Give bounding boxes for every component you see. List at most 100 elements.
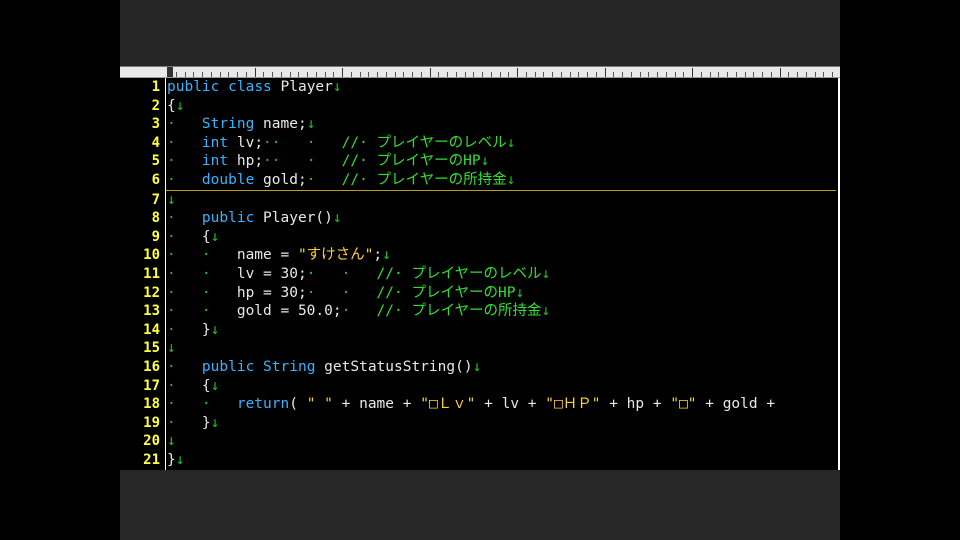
right-letterbox [840, 0, 960, 540]
code-token: ↓ [167, 433, 176, 450]
code-token: return [236, 396, 290, 413]
ruler-tick [823, 72, 825, 77]
code-token: "□" [670, 396, 697, 413]
code-token: name = [236, 247, 298, 264]
code-line[interactable]: 5 · int hp;·· · //· プレイヤーのHP↓ [120, 152, 838, 171]
code-token: lv; [228, 134, 264, 151]
ruler-tick [473, 72, 475, 77]
ruler-tick [237, 72, 238, 77]
code-token: ; [373, 247, 383, 264]
code-token: ↓ [167, 191, 176, 208]
line-text: · · gold = 50.0;· //· プレイヤーの所持金↓ [167, 302, 550, 321]
line-number: 15 [143, 340, 160, 357]
code-token: ↓ [332, 79, 342, 95]
ruler-tick [543, 72, 545, 77]
ruler-tick [210, 72, 212, 77]
code-token: · [167, 153, 202, 170]
code-token: · · [167, 284, 237, 301]
ruler-tick [193, 72, 195, 77]
ruler-tick [447, 72, 448, 77]
line-text: public class Player↓ [167, 78, 342, 97]
code-line[interactable]: 15 ↓ [120, 339, 838, 358]
code-line[interactable]: 9 · {↓ [120, 228, 838, 247]
ruler-tick [508, 72, 510, 77]
code-token: Player [271, 79, 333, 95]
code-token: String [201, 116, 255, 133]
code-line[interactable]: 21}↓ [120, 451, 838, 470]
ruler-tick [648, 72, 650, 77]
code-token: ( [289, 396, 307, 413]
code-token: ·· · [263, 153, 342, 170]
code-token: · · [306, 284, 377, 301]
line-number: 12 [143, 284, 160, 301]
line-number: 14 [143, 321, 160, 338]
line-number: 3 [151, 116, 160, 133]
code-token: · [306, 171, 342, 188]
ruler-tick [499, 72, 501, 77]
line-text: · String name;↓ [167, 115, 315, 134]
code-token: class [228, 79, 272, 95]
code-token: } [167, 451, 176, 468]
line-text: · public Player()↓ [167, 209, 342, 228]
ruler-tick [394, 72, 396, 77]
code-line[interactable]: 3 · String name;↓ [120, 115, 838, 134]
line-number: 7 [151, 191, 160, 208]
ruler-tick [280, 72, 282, 77]
ruler-tick [762, 72, 763, 77]
code-line[interactable]: 12 · · hp = 30;· · //· プレイヤーのHP↓ [120, 284, 838, 303]
ruler-tick [333, 72, 335, 77]
left-letterbox [0, 0, 120, 540]
code-line[interactable]: 17 · {↓ [120, 377, 838, 396]
code-token: //· プレイヤーのレベル [341, 134, 507, 151]
editor-right-edge [838, 78, 840, 471]
ruler-tick [709, 72, 711, 77]
code-line[interactable]: 20 ↓ [120, 432, 838, 451]
ruler-tick [167, 68, 168, 77]
ruler-tick [578, 72, 580, 77]
code-line[interactable]: 7 ↓ [120, 191, 838, 210]
line-text: · · lv = 30;· · //· プレイヤーのレベル↓ [167, 265, 550, 284]
ruler-tick [517, 68, 518, 77]
ruler-tick [797, 72, 798, 77]
line-text: · int lv;·· · //· プレイヤーのレベル↓ [167, 134, 515, 153]
ruler-tick [735, 72, 737, 77]
code-line[interactable]: 13 · · gold = 50.0;· //· プレイヤーの所持金↓ [120, 302, 838, 321]
ruler-tick [228, 72, 230, 77]
code-line[interactable]: 10 · · name = "すけさん";↓ [120, 246, 838, 265]
code-token: · · [306, 265, 377, 282]
code-editor[interactable]: 1 public class Player↓ 2 {↓ 3 · String name;↓… [120, 66, 840, 471]
code-area[interactable]: 1 public class Player↓ 2 {↓ 3 · String name;↓… [120, 78, 838, 469]
ruler-tick [595, 72, 597, 77]
ruler-tick [342, 68, 343, 77]
ruler-tick [377, 72, 378, 77]
code-token: { [201, 377, 211, 394]
code-token: · · [167, 247, 237, 264]
ruler-tick [560, 72, 562, 77]
code-line[interactable]: 11 · · lv = 30;· · //· プレイヤーのレベル↓ [120, 265, 838, 284]
ruler-tick [552, 72, 553, 77]
code-token: hp; [228, 153, 264, 170]
code-line[interactable]: 18 · · return( " " + name + "□Ｌｖ" + lv + … [120, 395, 838, 414]
code-token: · [167, 210, 202, 227]
code-line[interactable]: 19 · }↓ [120, 414, 838, 433]
ruler-tick [202, 72, 203, 77]
code-token: //· プレイヤーのレベル [376, 265, 542, 282]
code-line[interactable]: 16 · public String getStatusString()↓ [120, 358, 838, 377]
line-number: 8 [151, 210, 160, 227]
ruler-tick [770, 72, 772, 77]
code-token: getStatusString() [315, 358, 473, 375]
line-text: · }↓ [167, 321, 219, 340]
code-line[interactable]: 6 · double gold;· //· プレイヤーの所持金↓ [120, 171, 838, 190]
code-line[interactable]: 8 · public Player()↓ [120, 209, 838, 228]
code-line[interactable]: 14 · }↓ [120, 321, 838, 340]
ruler-tick [753, 72, 755, 77]
ruler-tick [569, 72, 571, 77]
ruler-tick [368, 72, 370, 77]
code-line[interactable]: 1 public class Player↓ [120, 78, 838, 97]
ruler-tick [455, 72, 457, 77]
ruler-tick [657, 72, 658, 77]
code-line[interactable]: 2 {↓ [120, 97, 838, 116]
code-line[interactable]: 4 · int lv;·· · //· プレイヤーのレベル↓ [120, 134, 838, 153]
ruler-tick [412, 72, 413, 77]
